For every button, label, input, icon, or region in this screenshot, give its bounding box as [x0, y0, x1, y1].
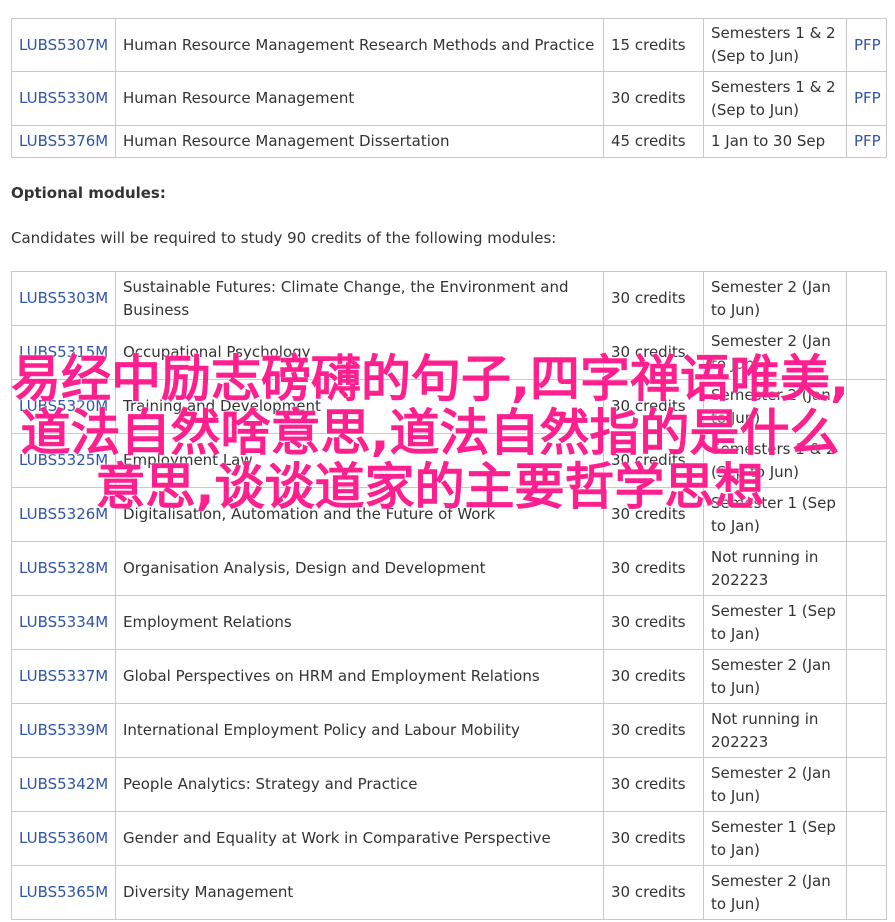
empty-cell: [846, 325, 887, 380]
empty-cell: [846, 541, 887, 596]
module-code-link[interactable]: LUBS5320M: [19, 397, 108, 415]
empty-cell: [846, 703, 887, 758]
module-semester: Semester 1 (Sep to Jan): [703, 811, 847, 866]
table-row: LUBS5325M Employment Law 30 credits Seme…: [11, 433, 887, 488]
module-title: International Employment Policy and Labo…: [115, 703, 604, 758]
table-row: LUBS5315M Occupational Psychology 30 cre…: [11, 325, 887, 380]
module-title: Occupational Psychology: [115, 325, 604, 380]
module-code-link[interactable]: LUBS5315M: [19, 343, 108, 361]
empty-cell: [846, 379, 887, 434]
module-title: Human Resource Management: [115, 71, 604, 126]
module-title: Gender and Equality at Work in Comparati…: [115, 811, 604, 866]
optional-modules-intro: Candidates will be required to study 90 …: [11, 229, 557, 247]
module-title: Diversity Management: [115, 865, 604, 920]
module-credits: 30 credits: [603, 271, 704, 326]
module-code-link[interactable]: LUBS5342M: [19, 775, 108, 793]
module-code-link[interactable]: LUBS5325M: [19, 451, 108, 469]
module-semester: 1 Jan to 30 Sep: [703, 125, 847, 158]
module-semester: Semester 2 (Jan to Jun): [703, 325, 847, 380]
module-credits: 30 credits: [603, 649, 704, 704]
table-row: LUBS5307M Human Resource Management Rese…: [11, 18, 887, 72]
module-semester: Semester 2 (Jan to Jun): [703, 649, 847, 704]
empty-cell: [846, 271, 887, 326]
module-semester: Semester 2 (Jan to Jun): [703, 379, 847, 434]
module-title: Human Resource Management Research Metho…: [115, 18, 604, 72]
module-credits: 30 credits: [603, 541, 704, 596]
module-title: Sustainable Futures: Climate Change, the…: [115, 271, 604, 326]
empty-cell: [846, 757, 887, 812]
module-credits: 30 credits: [603, 865, 704, 920]
module-code-link[interactable]: LUBS5339M: [19, 721, 108, 739]
module-code-link[interactable]: LUBS5326M: [19, 505, 108, 523]
table-row: LUBS5330M Human Resource Management 30 c…: [11, 71, 887, 126]
module-credits: 30 credits: [603, 757, 704, 812]
module-credits: 45 credits: [603, 125, 704, 158]
module-semester: Semesters 1 & 2 (Sep to Jun): [703, 433, 847, 488]
module-semester: Semesters 1 & 2 (Sep to Jun): [703, 18, 847, 72]
module-credits: 15 credits: [603, 18, 704, 72]
module-code-link[interactable]: LUBS5365M: [19, 883, 108, 901]
module-credits: 30 credits: [603, 811, 704, 866]
module-credits: 30 credits: [603, 703, 704, 758]
module-title: Global Perspectives on HRM and Employmen…: [115, 649, 604, 704]
module-semester: Not running in 202223: [703, 703, 847, 758]
optional-modules-heading: Optional modules:: [11, 184, 166, 202]
module-title: People Analytics: Strategy and Practice: [115, 757, 604, 812]
module-semester: Semester 2 (Jan to Jun): [703, 865, 847, 920]
module-credits: 30 credits: [603, 71, 704, 126]
module-semester: Semester 2 (Jan to Jun): [703, 271, 847, 326]
module-semester: Semester 1 (Sep to Jan): [703, 595, 847, 650]
module-title: Organisation Analysis, Design and Develo…: [115, 541, 604, 596]
empty-cell: [846, 595, 887, 650]
module-title: Human Resource Management Dissertation: [115, 125, 604, 158]
module-semester: Semester 1 (Sep to Jan): [703, 487, 847, 542]
table-row: LUBS5342M People Analytics: Strategy and…: [11, 757, 887, 812]
table-row: LUBS5337M Global Perspectives on HRM and…: [11, 649, 887, 704]
pfp-link[interactable]: PFP: [854, 36, 881, 54]
module-code-link[interactable]: LUBS5337M: [19, 667, 108, 685]
module-title: Training and Development: [115, 379, 604, 434]
pfp-link[interactable]: PFP: [854, 132, 881, 150]
module-title: Employment Relations: [115, 595, 604, 650]
module-code-link[interactable]: LUBS5307M: [19, 36, 108, 54]
table-row: LUBS5365M Diversity Management 30 credit…: [11, 865, 887, 920]
empty-cell: [846, 865, 887, 920]
module-code-link[interactable]: LUBS5328M: [19, 559, 108, 577]
table-row: LUBS5320M Training and Development 30 cr…: [11, 379, 887, 434]
table-row: LUBS5339M International Employment Polic…: [11, 703, 887, 758]
empty-cell: [846, 811, 887, 866]
module-code-link[interactable]: LUBS5334M: [19, 613, 108, 631]
module-code-link[interactable]: LUBS5360M: [19, 829, 108, 847]
table-row: LUBS5303M Sustainable Futures: Climate C…: [11, 271, 887, 326]
empty-cell: [846, 433, 887, 488]
table-row: LUBS5334M Employment Relations 30 credit…: [11, 595, 887, 650]
module-code-link[interactable]: LUBS5303M: [19, 289, 108, 307]
module-semester: Semesters 1 & 2 (Sep to Jun): [703, 71, 847, 126]
pfp-link[interactable]: PFP: [854, 89, 881, 107]
module-code-link[interactable]: LUBS5330M: [19, 89, 108, 107]
table-row: LUBS5360M Gender and Equality at Work in…: [11, 811, 887, 866]
module-credits: 30 credits: [603, 325, 704, 380]
table-row: LUBS5326M Digitalisation, Automation and…: [11, 487, 887, 542]
module-credits: 30 credits: [603, 595, 704, 650]
module-semester: Semester 2 (Jan to Jun): [703, 757, 847, 812]
module-credits: 30 credits: [603, 379, 704, 434]
empty-cell: [846, 649, 887, 704]
module-title: Employment Law: [115, 433, 604, 488]
table-row: LUBS5376M Human Resource Management Diss…: [11, 125, 887, 158]
module-credits: 30 credits: [603, 487, 704, 542]
optional-modules-table: LUBS5303M Sustainable Futures: Climate C…: [11, 271, 887, 920]
module-code-link[interactable]: LUBS5376M: [19, 132, 108, 150]
table-row: LUBS5328M Organisation Analysis, Design …: [11, 541, 887, 596]
module-semester: Not running in 202223: [703, 541, 847, 596]
module-credits: 30 credits: [603, 433, 704, 488]
core-modules-table: LUBS5307M Human Resource Management Rese…: [11, 18, 887, 158]
module-title: Digitalisation, Automation and the Futur…: [115, 487, 604, 542]
empty-cell: [846, 487, 887, 542]
